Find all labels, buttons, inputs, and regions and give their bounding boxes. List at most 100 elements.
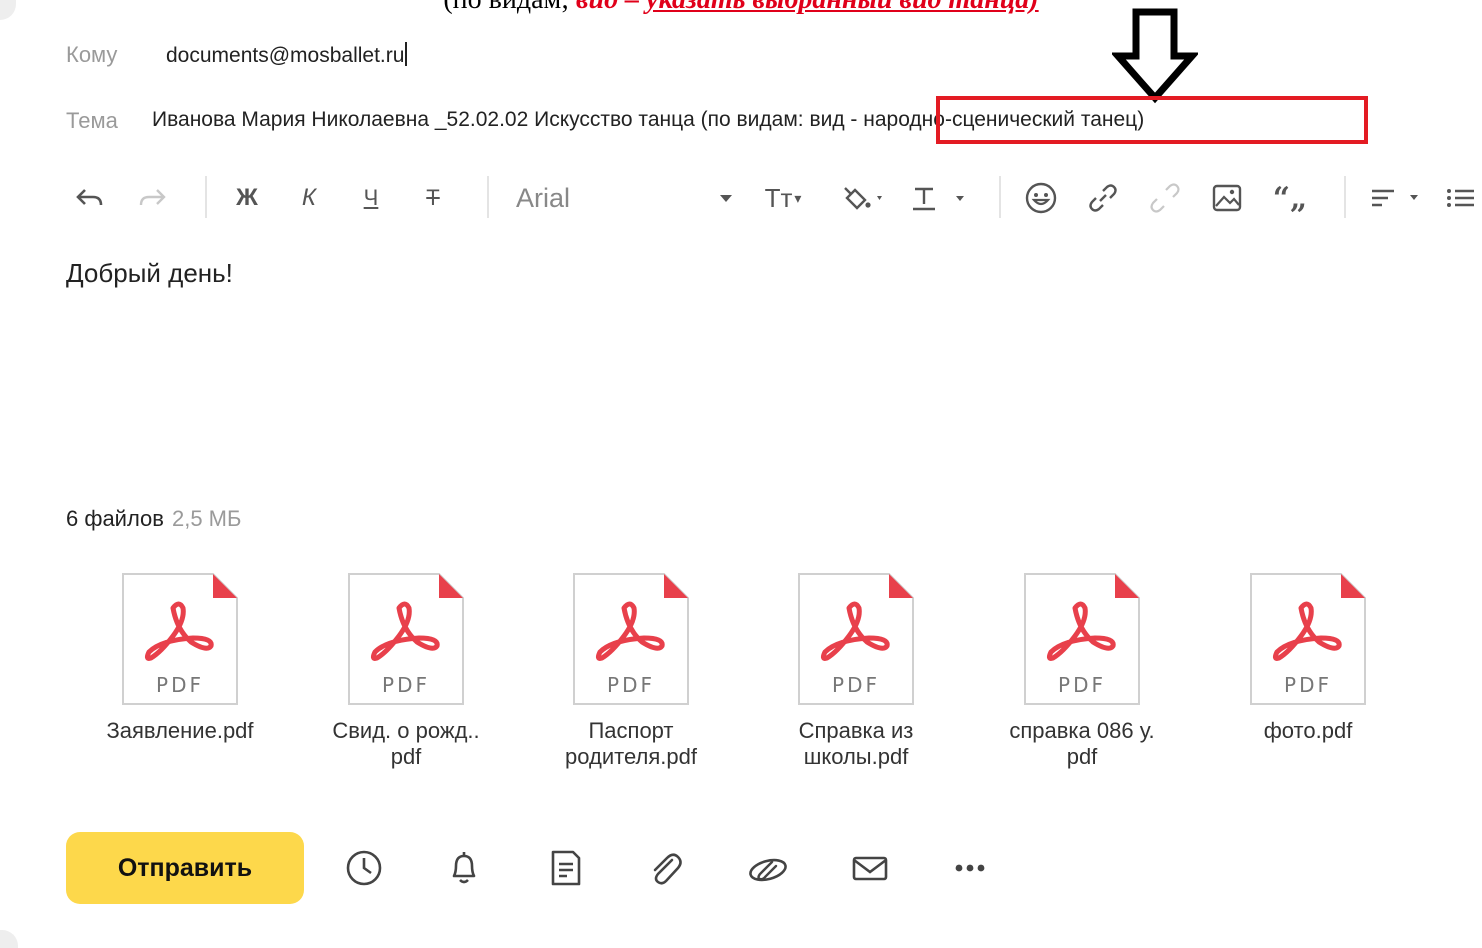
chevron-down-icon: ▾ (794, 189, 802, 206)
highlight-box (936, 96, 1368, 144)
quote-button[interactable]: “„ (1266, 178, 1314, 218)
strikethrough-label: Т (426, 185, 440, 210)
attachments-size: 2,5 МБ (171, 506, 242, 531)
caption-red-instruction: указать выбранный вид танца) (646, 0, 1039, 15)
schedule-send-button[interactable] (342, 848, 386, 888)
window-corner (0, 0, 16, 20)
attachment-card[interactable]: PDF Заявление.pdf (80, 572, 280, 744)
attachment-filename-line1: справка 086 у. (1009, 718, 1155, 743)
toolbar-divider (999, 176, 1001, 218)
envelope-icon (852, 856, 888, 881)
bulleted-list-button[interactable] (1440, 178, 1480, 218)
toolbar-divider (205, 176, 207, 218)
subject-label: Тема (66, 108, 118, 133)
attach-file-button[interactable] (644, 848, 688, 888)
disk-attach-icon (749, 858, 787, 882)
attachment-card[interactable]: PDF Паспорт родителя.pdf (531, 572, 731, 770)
caption-prefix: (по видам; (443, 0, 576, 15)
align-button[interactable] (1366, 178, 1426, 218)
undo-icon (76, 189, 103, 206)
pdf-file-icon: PDF (573, 573, 689, 705)
attachment-filename: справка 086 у. pdf (982, 718, 1182, 770)
strikethrough-button[interactable]: Т (414, 178, 452, 218)
down-arrow-icon (1112, 8, 1198, 104)
insert-image-button[interactable] (1206, 178, 1248, 218)
attachment-card[interactable]: PDF Свид. о рожд.. pdf (306, 572, 506, 770)
paperclip-icon (653, 853, 682, 885)
attachments-count: 6 файлов (66, 506, 164, 531)
attach-from-disk-button[interactable] (746, 848, 790, 888)
remove-link-button[interactable] (1144, 178, 1186, 218)
insert-link-button[interactable] (1082, 178, 1124, 218)
align-left-icon (1372, 189, 1418, 207)
paint-bucket-icon (844, 187, 882, 210)
pdf-file-icon: PDF (798, 573, 914, 705)
more-horizontal-icon (955, 864, 985, 872)
attachment-filename-line2: школы.pdf (803, 744, 909, 769)
document-caption: (по видам; вид – указать выбранный вид т… (0, 0, 1482, 15)
clock-icon (346, 850, 382, 886)
attachment-filename: Паспорт родителя.pdf (531, 718, 731, 770)
attachment-card[interactable]: PDF фото.pdf (1208, 572, 1408, 744)
document-icon (551, 850, 581, 886)
font-family-select[interactable]: Arial (516, 180, 740, 216)
pdf-icon-label: PDF (382, 673, 430, 697)
message-body[interactable]: Добрый день! (66, 258, 233, 289)
underline-label: Ч (363, 185, 379, 210)
redo-icon (139, 189, 166, 206)
notify-button[interactable] (848, 848, 892, 888)
send-button[interactable]: Отправить (66, 832, 304, 904)
attachment-filename-line2: родителя.pdf (565, 744, 697, 769)
font-size-button[interactable]: Тт ▾ (752, 178, 814, 218)
attachment-filename-line2: pdf (1066, 744, 1098, 769)
more-options-button[interactable] (948, 848, 992, 888)
to-label: Кому (66, 42, 118, 67)
bold-label: Ж (236, 184, 258, 211)
underline-button[interactable]: Ч (352, 178, 390, 218)
text-caret (405, 42, 408, 66)
to-field[interactable]: documents@mosballet.ru (166, 42, 408, 68)
pdf-icon-label: PDF (156, 673, 204, 697)
templates-button[interactable] (544, 848, 588, 888)
fill-color-button[interactable] (834, 178, 894, 218)
toolbar-divider (487, 176, 489, 218)
pdf-icon-label: PDF (1058, 673, 1106, 697)
to-field-value: documents@mosballet.ru (166, 44, 405, 67)
text-color-button[interactable] (908, 178, 972, 218)
attachment-filename: Справка из школы.pdf (756, 718, 956, 770)
attachment-filename-line1: Справка из (798, 718, 914, 743)
pdf-file-icon: PDF (122, 573, 238, 705)
attachment-filename-line1: Заявление.pdf (106, 718, 254, 743)
emoji-button[interactable] (1020, 178, 1062, 218)
reminder-button[interactable] (442, 848, 486, 888)
window-corner (0, 930, 18, 948)
undo-button[interactable] (70, 178, 110, 218)
pdf-file-icon: PDF (1250, 573, 1366, 705)
attachment-filename-line1: Свид. о рожд.. (332, 718, 480, 743)
bell-icon (452, 852, 476, 884)
attachment-filename: Свид. о рожд.. pdf (306, 718, 506, 770)
link-icon (1089, 184, 1117, 212)
caption-red-vid: вид (576, 0, 618, 15)
pdf-file-icon: PDF (1024, 573, 1140, 705)
attachment-filename-line1: фото.pdf (1263, 718, 1353, 743)
unlink-icon (1150, 183, 1180, 213)
caption-dash: – (618, 0, 646, 15)
attachment-card[interactable]: PDF справка 086 у. pdf (982, 572, 1182, 770)
attachment-filename-line1: Паспорт (588, 718, 674, 743)
attachment-card[interactable]: PDF Справка из школы.pdf (756, 572, 956, 770)
message-body-text: Добрый день! (66, 258, 233, 288)
attachment-filename: фото.pdf (1208, 718, 1408, 744)
send-button-label: Отправить (117, 853, 253, 882)
quote-icon: “„ (1272, 180, 1308, 216)
font-size-label: Тт (764, 182, 793, 213)
image-icon (1212, 184, 1242, 212)
pdf-icon-label: PDF (832, 673, 880, 697)
bold-button[interactable]: Ж (228, 178, 266, 218)
italic-button[interactable]: К (290, 178, 328, 218)
list-icon (1447, 189, 1474, 207)
font-family-value: Arial (516, 182, 571, 213)
redo-button[interactable] (132, 178, 172, 218)
attachments-summary: 6 файлов 2,5 МБ (66, 506, 241, 532)
text-color-icon (913, 187, 964, 211)
